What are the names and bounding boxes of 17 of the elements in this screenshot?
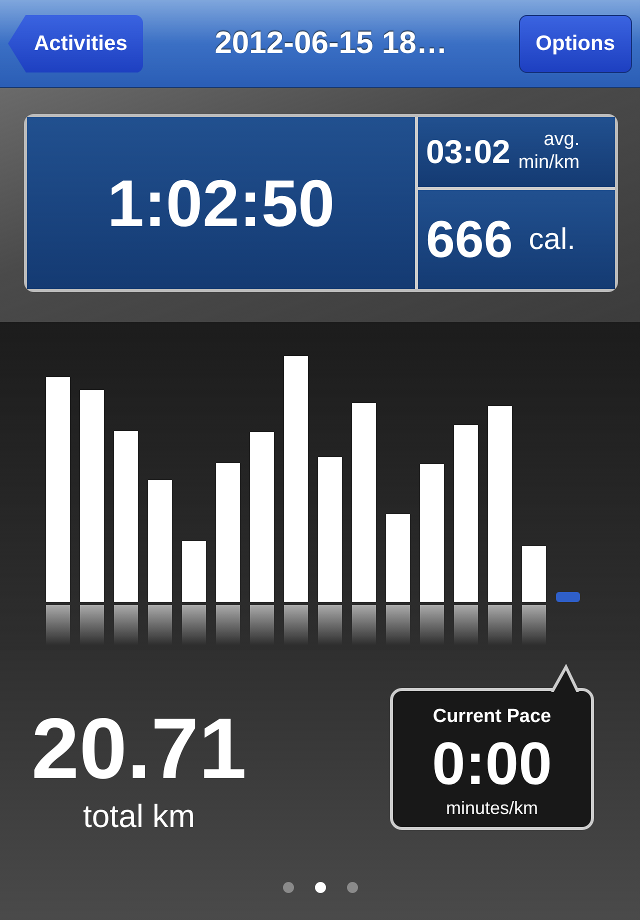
current-pace-title: Current Pace [432,705,552,729]
duration-value: 1:02:50 [107,164,335,242]
current-pace-unit: minutes/km [444,796,540,820]
page-dot[interactable] [282,882,294,893]
unit-label: avg. [542,129,580,152]
unit-label: cal. [528,222,576,258]
page-dot[interactable] [346,882,358,893]
page-dot[interactable] [314,882,326,893]
screen-title: 2012-06-15 18… [214,24,448,62]
options-button[interactable]: Options [518,14,632,72]
avg-pace-value: 03:02 [426,132,510,172]
distance-label: total km [82,797,196,836]
unit-label: min/km [518,152,580,175]
distance-value: 20.71 [31,706,247,792]
back-button[interactable]: Activities [8,14,144,72]
current-pace-value: 0:00 [430,732,554,794]
calories-value: 666 [426,210,513,271]
